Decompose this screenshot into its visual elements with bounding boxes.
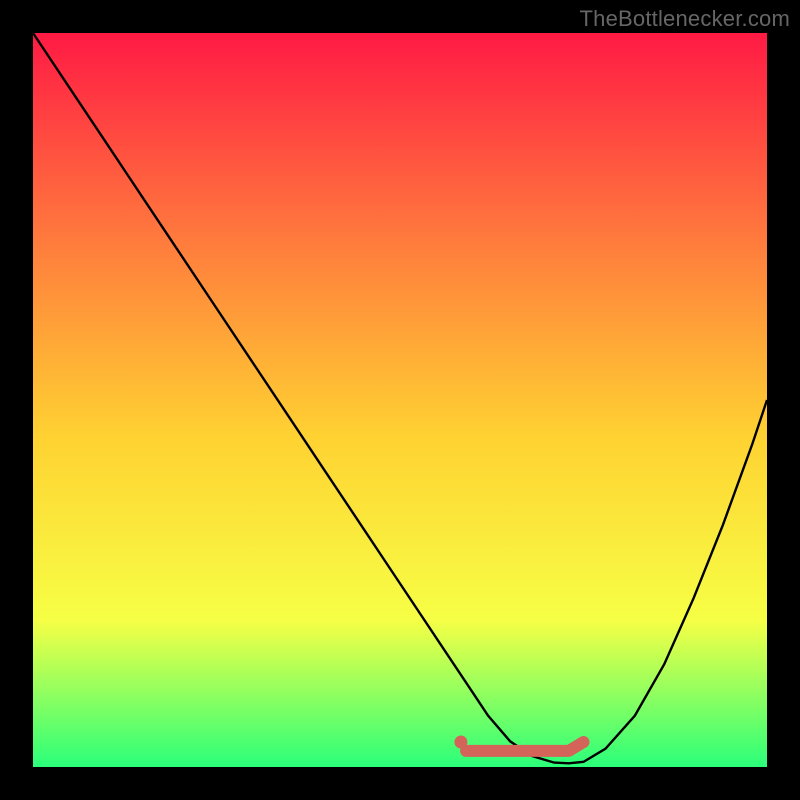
gradient-background: [33, 33, 767, 767]
plot-area: [33, 33, 767, 767]
chart-canvas: [33, 33, 767, 767]
watermark-text: TheBottlenecker.com: [580, 6, 790, 32]
sweet-spot-start-dot: [454, 736, 467, 749]
chart-frame: TheBottlenecker.com: [0, 0, 800, 800]
